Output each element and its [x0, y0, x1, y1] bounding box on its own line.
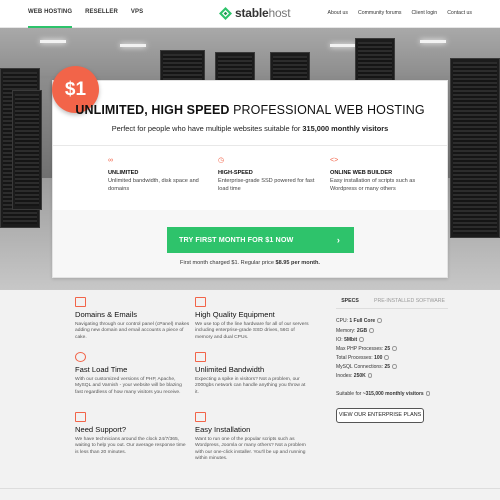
- footer-divider: [0, 488, 500, 489]
- feature-unlimited-bandwidth: Unlimited Bandwidth Expecting a spike in…: [195, 352, 310, 396]
- bandwidth-icon: [195, 352, 206, 362]
- feature-easy-installation: Easy Installation Want to run one of the…: [195, 412, 310, 462]
- chevron-right-icon: ›: [336, 235, 340, 245]
- top-navigation: WEB HOSTING RESELLER VPS stablehost Abou…: [0, 0, 500, 28]
- spec-row: IO: 5Mbit: [336, 337, 364, 343]
- cpu-icon: [195, 297, 206, 307]
- speed-icon: ◷: [218, 157, 225, 164]
- feature-description: We have technicians around the clock 24/…: [75, 437, 186, 455]
- spec-row: Total Processes: 100: [336, 355, 389, 361]
- view-enterprise-plans-button[interactable]: VIEW OUR ENTERPRISE PLANS: [336, 408, 424, 423]
- spec-row: MySQL Connections: 25: [336, 364, 397, 370]
- hero-subtitle: Perfect for people who have multiple web…: [111, 124, 389, 133]
- feature-description: Unlimited bandwidth, disk space and doma…: [108, 178, 199, 192]
- ceiling-light: [40, 40, 66, 43]
- nav-web-hosting[interactable]: WEB HOSTING: [28, 0, 73, 28]
- nav-about-us[interactable]: About us: [328, 0, 348, 28]
- feature-description: We use top of the line hardware for all …: [195, 322, 309, 340]
- nav-vps[interactable]: VPS: [131, 0, 143, 28]
- feature-description: Expecting a spike in visitors? Not a pro…: [195, 377, 306, 395]
- link-icon: ∞: [108, 157, 113, 164]
- feature-description: Want to run one of the popular scripts s…: [195, 437, 306, 461]
- nav-contact-us[interactable]: Contact us: [447, 0, 472, 28]
- feature-title: ONLINE WEB BUILDER: [330, 170, 393, 176]
- ceiling-light: [120, 44, 146, 47]
- feature-description: Enterprise-grade SSD powered for fast lo…: [218, 178, 315, 192]
- help-icon[interactable]: [392, 346, 397, 351]
- cta-label: TRY FIRST MONTH FOR $1 NOW: [179, 235, 294, 244]
- feature-need-support: Need Support? We have technicians around…: [75, 412, 190, 456]
- feature-title: HIGH-SPEED: [218, 170, 253, 176]
- clock-icon: [75, 352, 86, 362]
- chat-icon: [75, 412, 86, 422]
- nav-reseller[interactable]: RESELLER: [85, 0, 118, 28]
- feature-fast-load-time: Fast Load Time With our customized versi…: [75, 352, 190, 396]
- code-icon: <>: [330, 157, 339, 164]
- feature-unlimited: ∞ UNLIMITED Unlimited bandwidth, disk sp…: [108, 157, 208, 193]
- brand-logo[interactable]: stablehost: [219, 6, 291, 20]
- spec-row: CPU: 1 Full Core: [336, 318, 382, 324]
- ceiling-light: [330, 44, 356, 47]
- spec-row: Max PHP Processes: 25: [336, 346, 397, 352]
- help-icon[interactable]: [367, 373, 373, 378]
- help-icon[interactable]: [392, 364, 397, 369]
- feature-description: With our customized versions of PHP, Apa…: [75, 377, 182, 395]
- feature-high-speed: ◷ HIGH-SPEED Enterprise-grade SSD powere…: [218, 157, 318, 193]
- feature-description: Navigating through our control panel (cP…: [75, 322, 190, 340]
- hero-title: UNLIMITED, HIGH SPEED PROFESSIONAL WEB H…: [75, 103, 425, 117]
- feature-title: Need Support?: [75, 425, 127, 434]
- utility-menu: About us Community forums Client login C…: [318, 0, 473, 28]
- feature-title: Fast Load Time: [75, 365, 128, 374]
- product-menu: WEB HOSTING RESELLER VPS: [28, 0, 156, 28]
- spec-row: Inodes: 250K: [336, 373, 373, 379]
- help-icon[interactable]: [384, 355, 389, 360]
- card-divider: [53, 145, 447, 146]
- spec-row: Memory: 2GB: [336, 328, 374, 334]
- nav-community-forums[interactable]: Community forums: [358, 0, 402, 28]
- try-first-month-button[interactable]: TRY FIRST MONTH FOR $1 NOW ›: [167, 227, 354, 253]
- nav-client-login[interactable]: Client login: [412, 0, 438, 28]
- brand-name: stablehost: [235, 6, 291, 20]
- help-icon[interactable]: [369, 328, 374, 333]
- mail-icon: [75, 297, 86, 307]
- logo-icon: [219, 6, 232, 20]
- feature-title: Easy Installation: [195, 425, 251, 434]
- feature-description: Easy installation of scripts such as Wor…: [330, 178, 416, 192]
- feature-high-quality-equipment: High Quality Equipment We use top of the…: [195, 297, 310, 341]
- feature-domains-emails: Domains & Emails Navigating through our …: [75, 297, 190, 341]
- pricing-note: First month charged $1. Regular price $8…: [180, 260, 320, 266]
- feature-title: Unlimited Bandwidth: [195, 365, 265, 374]
- feature-web-builder: <> ONLINE WEB BUILDER Easy installation …: [330, 157, 430, 193]
- help-icon[interactable]: [377, 318, 382, 323]
- server-rack: [450, 58, 500, 238]
- install-icon: [195, 412, 206, 422]
- help-icon[interactable]: [425, 391, 431, 396]
- ceiling-light: [420, 40, 446, 43]
- feature-title: Domains & Emails: [75, 310, 138, 319]
- feature-title: High Quality Equipment: [195, 310, 275, 319]
- suitable-visitors: Suitable for ~315,000 monthly visitors: [336, 391, 431, 397]
- feature-title: UNLIMITED: [108, 170, 139, 176]
- server-rack: [12, 90, 42, 210]
- tabs-divider: [336, 308, 448, 309]
- help-icon[interactable]: [359, 337, 364, 342]
